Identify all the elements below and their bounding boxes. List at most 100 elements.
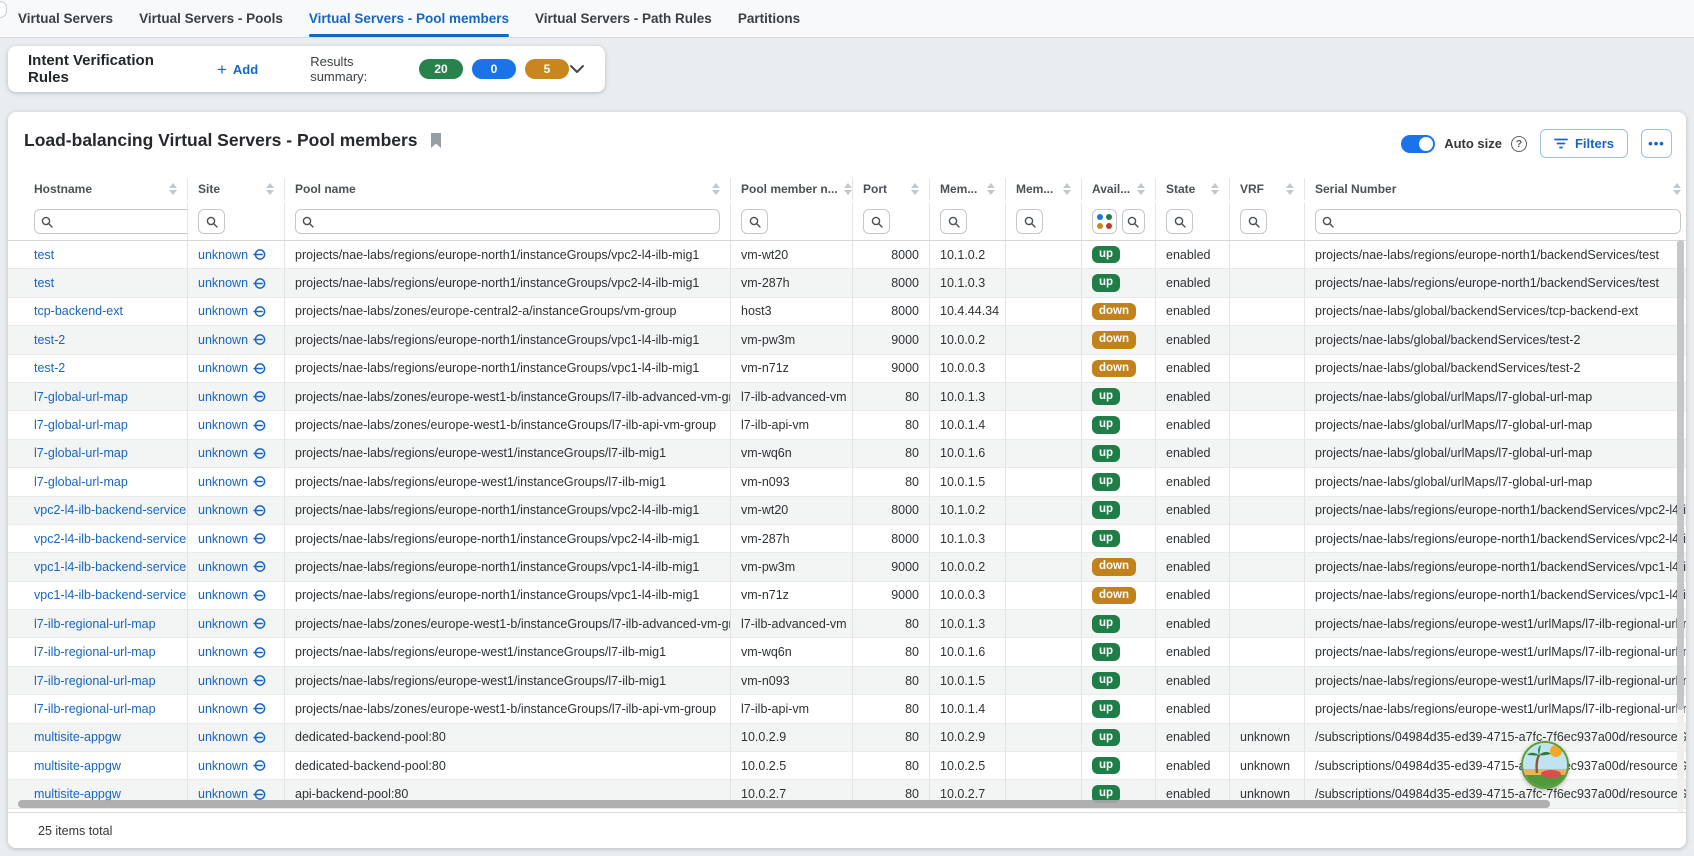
site-link[interactable]: unknown: [198, 674, 266, 688]
site-link[interactable]: unknown: [198, 304, 266, 318]
search-filter-hostname[interactable]: [34, 209, 188, 234]
add-rule-button[interactable]: + Add: [217, 61, 258, 78]
more-options-button[interactable]: •••: [1641, 129, 1672, 158]
site-link[interactable]: unknown: [198, 532, 266, 546]
search-filter-serial[interactable]: [1315, 209, 1681, 234]
column-header-serial[interactable]: Serial Number: [1305, 178, 1686, 200]
sort-icon[interactable]: [163, 183, 177, 195]
tab-partitions[interactable]: Partitions: [738, 0, 800, 37]
column-header-member[interactable]: Pool member n...: [731, 178, 853, 200]
sort-icon[interactable]: [838, 183, 852, 195]
hostname-link[interactable]: multisite-appgw: [34, 730, 121, 744]
sort-icon[interactable]: [1667, 183, 1681, 195]
site-link[interactable]: unknown: [198, 702, 266, 716]
site-link[interactable]: unknown: [198, 333, 266, 347]
sort-icon[interactable]: [1205, 183, 1219, 195]
site-link[interactable]: unknown: [198, 645, 266, 659]
forward-networks-logo[interactable]: [1521, 741, 1569, 789]
column-header-avail[interactable]: Avail...: [1082, 178, 1156, 200]
sort-icon[interactable]: [1280, 183, 1294, 195]
sort-icon[interactable]: [260, 183, 274, 195]
site-link[interactable]: unknown: [198, 730, 266, 744]
search-input-serial[interactable]: [1338, 215, 1674, 229]
sort-icon[interactable]: [981, 183, 995, 195]
hostname-link[interactable]: multisite-appgw: [34, 787, 121, 801]
site-link[interactable]: unknown: [198, 588, 266, 602]
vertical-scrollbar-track[interactable]: [1677, 240, 1684, 812]
site-link[interactable]: unknown: [198, 361, 266, 375]
hostname-link[interactable]: test-2: [34, 361, 65, 375]
search-filter-site[interactable]: [198, 209, 225, 234]
tab-virtual-servers-pool-members[interactable]: Virtual Servers - Pool members: [309, 0, 509, 37]
hostname-link[interactable]: tcp-backend-ext: [34, 304, 123, 318]
search-filter-vrf[interactable]: [1240, 209, 1267, 234]
site-link[interactable]: unknown: [198, 787, 266, 801]
search-filter-mem2[interactable]: [1016, 209, 1043, 234]
hostname-link[interactable]: test-2: [34, 333, 65, 347]
summary-count-badge[interactable]: 20: [419, 59, 463, 79]
drawer-handle[interactable]: [0, 1, 7, 18]
site-link[interactable]: unknown: [198, 759, 266, 773]
sort-icon[interactable]: [706, 183, 720, 195]
hostname-link[interactable]: l7-ilb-regional-url-map: [34, 645, 156, 659]
hostname-link[interactable]: vpc1-l4-ilb-backend-service: [34, 560, 186, 574]
hostname-link[interactable]: vpc2-l4-ilb-backend-service: [34, 503, 186, 517]
hostname-link[interactable]: vpc2-l4-ilb-backend-service: [34, 532, 186, 546]
hostname-link[interactable]: l7-global-url-map: [34, 475, 128, 489]
site-link[interactable]: unknown: [198, 418, 266, 432]
hostname-link[interactable]: vpc1-l4-ilb-backend-service: [34, 588, 186, 602]
column-header-mem2[interactable]: Mem...: [1006, 178, 1082, 200]
site-link[interactable]: unknown: [198, 248, 266, 262]
search-input-hostname[interactable]: [57, 215, 188, 229]
items-total: 25 items total: [38, 824, 112, 838]
hostname-link[interactable]: test: [34, 248, 54, 262]
filters-button[interactable]: Filters: [1540, 129, 1628, 158]
auto-size-toggle[interactable]: [1401, 135, 1435, 153]
search-filter-pool[interactable]: [295, 209, 720, 234]
search-filter-mem[interactable]: [940, 209, 967, 234]
search-filter-state[interactable]: [1166, 209, 1193, 234]
column-header-mem[interactable]: Mem...: [930, 178, 1006, 200]
site-link[interactable]: unknown: [198, 617, 266, 631]
site-link[interactable]: unknown: [198, 390, 266, 404]
site-link[interactable]: unknown: [198, 503, 266, 517]
column-header-port[interactable]: Port: [853, 178, 930, 200]
horizontal-scrollbar[interactable]: [18, 800, 1550, 808]
hostname-link[interactable]: l7-ilb-regional-url-map: [34, 702, 156, 716]
search-input-pool[interactable]: [318, 215, 713, 229]
hostname-link[interactable]: l7-ilb-regional-url-map: [34, 674, 156, 688]
table-row: l7-ilb-regional-url-mapunknownprojects/n…: [8, 667, 1686, 695]
hostname-link[interactable]: l7-global-url-map: [34, 418, 128, 432]
sort-icon[interactable]: [1057, 183, 1071, 195]
site-link[interactable]: unknown: [198, 560, 266, 574]
hostname-link[interactable]: l7-ilb-regional-url-map: [34, 617, 156, 631]
search-filter-avail[interactable]: [1122, 209, 1145, 234]
availability-filter-button[interactable]: [1092, 209, 1117, 234]
hostname-link[interactable]: l7-global-url-map: [34, 390, 128, 404]
sort-icon[interactable]: [1131, 183, 1145, 195]
sort-icon[interactable]: [905, 183, 919, 195]
summary-count-badge[interactable]: 0: [472, 59, 516, 79]
column-header-state[interactable]: State: [1156, 178, 1230, 200]
chevron-down-icon[interactable]: [569, 64, 585, 74]
column-header-site[interactable]: Site: [188, 178, 285, 200]
help-icon[interactable]: ?: [1511, 136, 1527, 152]
search-filter-port[interactable]: [863, 209, 890, 234]
search-filter-member[interactable]: [741, 209, 768, 234]
hostname-link[interactable]: test: [34, 276, 54, 290]
hostname-link[interactable]: multisite-appgw: [34, 759, 121, 773]
site-link[interactable]: unknown: [198, 276, 266, 290]
site-link[interactable]: unknown: [198, 475, 266, 489]
column-header-vrf[interactable]: VRF: [1230, 178, 1305, 200]
site-link[interactable]: unknown: [198, 446, 266, 460]
column-header-pool[interactable]: Pool name: [285, 178, 731, 200]
hostname-link[interactable]: l7-global-url-map: [34, 446, 128, 460]
cell-member: vm-n093: [731, 667, 853, 694]
summary-count-badge[interactable]: 5: [525, 59, 569, 79]
vertical-scrollbar-thumb[interactable]: [1677, 240, 1684, 710]
column-header-hostname[interactable]: Hostname: [24, 178, 188, 200]
tab-virtual-servers-pools[interactable]: Virtual Servers - Pools: [139, 0, 283, 37]
bookmark-icon[interactable]: [430, 133, 442, 148]
tab-virtual-servers[interactable]: Virtual Servers: [18, 0, 113, 37]
tab-virtual-servers-path-rules[interactable]: Virtual Servers - Path Rules: [535, 0, 712, 37]
